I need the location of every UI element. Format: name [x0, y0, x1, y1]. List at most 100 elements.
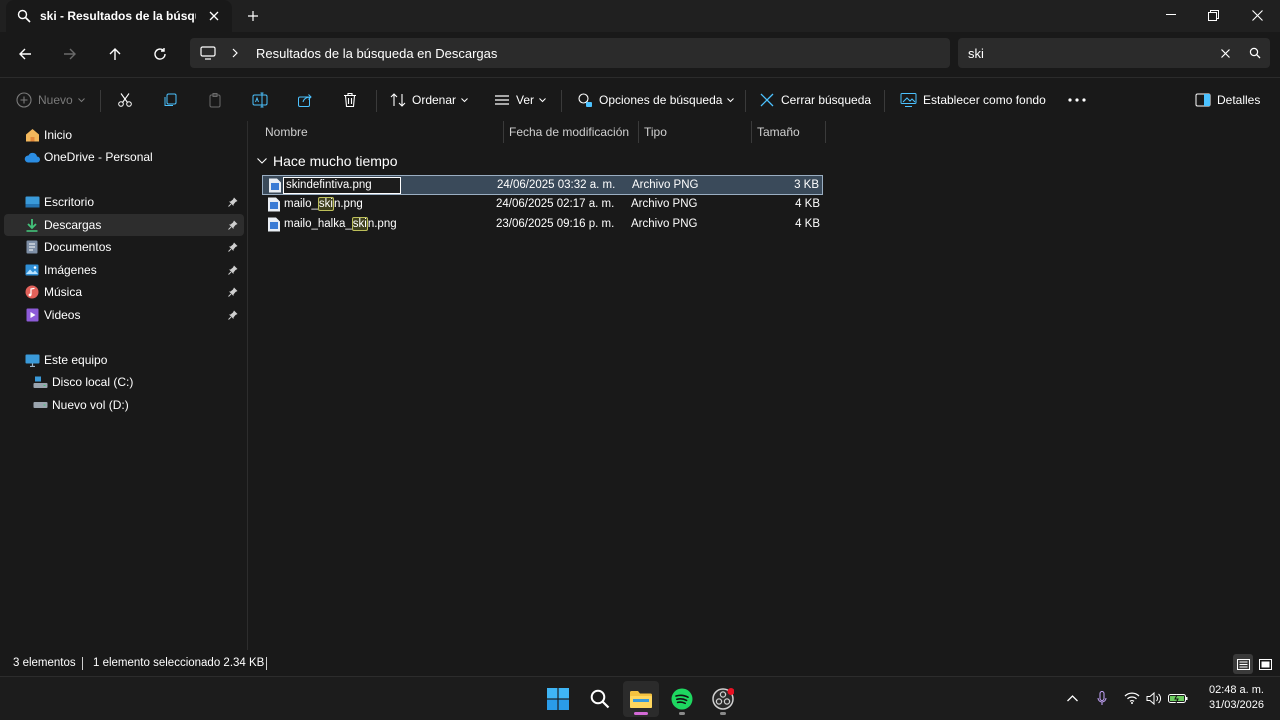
pictures-icon	[24, 262, 40, 278]
sidebar-item-descargas[interactable]: Descargas	[4, 214, 244, 236]
show-hidden-icons-button[interactable]	[1062, 688, 1082, 708]
set-background-button[interactable]: Establecer como fondo	[900, 88, 1046, 112]
restore-button[interactable]	[1198, 4, 1228, 26]
group-header[interactable]: Hace mucho tiempo	[255, 151, 398, 171]
sidebar-item-inicio[interactable]: Inicio	[4, 124, 244, 146]
obs-app[interactable]	[705, 681, 741, 717]
microphone-icon[interactable]	[1092, 688, 1112, 708]
details-view-button[interactable]	[1233, 654, 1253, 674]
delete-button[interactable]	[342, 88, 358, 112]
cloud-icon	[24, 149, 40, 165]
file-size: 3 KB	[794, 179, 819, 191]
refresh-button[interactable]	[148, 42, 172, 66]
pin-icon[interactable]	[226, 195, 240, 209]
pin-icon[interactable]	[226, 285, 240, 299]
list-view-icon	[495, 95, 509, 105]
breadcrumb[interactable]: Resultados de la búsqueda en Descargas	[256, 46, 497, 61]
search-input[interactable]: ski	[958, 38, 1270, 68]
clock-date: 31/03/2026	[1208, 699, 1264, 711]
scissors-icon	[118, 93, 132, 107]
computer-icon	[24, 352, 40, 368]
sidebar-item-escritorio[interactable]: Escritorio	[4, 191, 244, 213]
column-header-tamano[interactable]: Tamaño	[757, 121, 800, 143]
column-header-nombre[interactable]: Nombre	[265, 121, 308, 143]
clock[interactable]: 02:48 a. m. 31/03/2026	[1209, 683, 1264, 713]
paste-icon	[209, 93, 221, 108]
pin-icon[interactable]	[226, 263, 240, 277]
sidebar-item-documentos[interactable]: Documentos	[4, 236, 244, 258]
table-row[interactable]: mailo_skin.png 24/06/2025 02:17 a. m. Ar…	[262, 195, 823, 215]
rename-button[interactable]	[252, 88, 268, 112]
back-button[interactable]	[13, 42, 37, 66]
close-tab-icon[interactable]	[206, 8, 222, 24]
sidebar-item-nuevo-vol-d[interactable]: Nuevo vol (D:)	[4, 394, 244, 416]
spotify-app[interactable]	[664, 681, 700, 717]
new-tab-button[interactable]	[244, 7, 262, 25]
close-window-button[interactable]	[1242, 4, 1272, 26]
clear-search-icon[interactable]	[1210, 38, 1240, 68]
file-size: 4 KB	[795, 198, 820, 210]
table-row[interactable]: mailo_halka_skin.png 23/06/2025 09:16 p.…	[262, 215, 823, 235]
minimize-button[interactable]	[1156, 4, 1186, 26]
details-button[interactable]: Detalles	[1195, 88, 1260, 112]
download-icon	[24, 217, 40, 233]
clock-time: 02:48 a. m.	[1208, 684, 1264, 696]
volume-icon[interactable]	[1144, 688, 1164, 708]
address-bar[interactable]: Resultados de la búsqueda en Descargas	[190, 38, 950, 68]
forward-button[interactable]	[58, 42, 82, 66]
pin-icon[interactable]	[226, 308, 240, 322]
rename-field[interactable]: skindefintiva.png	[283, 177, 401, 194]
pin-icon[interactable]	[226, 240, 240, 254]
music-icon	[24, 284, 40, 300]
file-list: Nombre Fecha de modificación Tipo Tamaño…	[249, 121, 1280, 650]
tiles-view-button[interactable]	[1255, 654, 1275, 674]
drive-c-icon	[32, 374, 48, 390]
tab-search-results[interactable]: ski - Resultados de la búsqueda en Desca…	[6, 0, 232, 32]
file-explorer-app[interactable]	[623, 681, 659, 717]
table-row[interactable]: skindefintiva.png 24/06/2025 03:32 a. m.…	[262, 175, 823, 195]
copy-button[interactable]	[162, 88, 178, 112]
title-bar: ski - Resultados de la búsqueda en Desca…	[0, 0, 1280, 32]
close-icon	[760, 93, 774, 107]
file-name: mailo_halka_skin.png	[284, 217, 397, 231]
sidebar-item-videos[interactable]: Videos	[4, 304, 244, 326]
search-query[interactable]: ski	[968, 46, 1210, 61]
search-options-button[interactable]: Opciones de búsqueda	[577, 88, 735, 112]
png-file-icon	[268, 197, 280, 212]
sidebar-item-imagenes[interactable]: Imágenes	[4, 259, 244, 281]
ellipsis-icon	[1068, 98, 1086, 102]
close-search-button[interactable]: Cerrar búsqueda	[759, 88, 871, 112]
start-button[interactable]	[540, 681, 576, 717]
address-row: Resultados de la búsqueda en Descargas s…	[0, 32, 1280, 76]
column-header-tipo[interactable]: Tipo	[644, 121, 667, 143]
sidebar-item-musica[interactable]: Música	[4, 281, 244, 303]
wifi-icon[interactable]	[1122, 688, 1142, 708]
taskbar-search-button[interactable]	[582, 681, 618, 717]
battery-icon[interactable]	[1168, 688, 1188, 708]
sort-button[interactable]: Ordenar	[390, 88, 468, 112]
sidebar-item-onedrive[interactable]: OneDrive - Personal	[4, 146, 244, 168]
png-file-icon	[269, 178, 281, 193]
folder-icon	[630, 690, 652, 708]
file-type: Archivo PNG	[631, 218, 698, 230]
paste-button[interactable]	[207, 88, 223, 112]
command-bar: Nuevo Ordenar Ver Opciones de búsqueda C…	[0, 77, 1280, 121]
search-icon[interactable]	[1240, 38, 1270, 68]
up-button[interactable]	[103, 42, 127, 66]
cut-button[interactable]	[117, 88, 133, 112]
file-type: Archivo PNG	[632, 179, 699, 191]
more-options-button[interactable]	[1068, 88, 1086, 112]
search-highlight: ski	[317, 197, 334, 211]
share-icon	[298, 94, 312, 107]
pin-icon[interactable]	[226, 218, 240, 232]
sidebar-item-disco-c[interactable]: Disco local (C:)	[4, 371, 244, 393]
drive-d-icon	[32, 397, 48, 413]
taskbar: 02:48 a. m. 31/03/2026	[0, 676, 1280, 720]
sidebar-item-este-equipo[interactable]: Este equipo	[4, 349, 244, 371]
search-highlight: ski	[351, 217, 368, 231]
new-button[interactable]: Nuevo	[16, 88, 85, 112]
chevron-right-icon[interactable]	[232, 48, 242, 58]
column-header-fecha[interactable]: Fecha de modificación	[509, 121, 629, 143]
share-button[interactable]	[297, 88, 313, 112]
view-button[interactable]: Ver	[494, 88, 546, 112]
